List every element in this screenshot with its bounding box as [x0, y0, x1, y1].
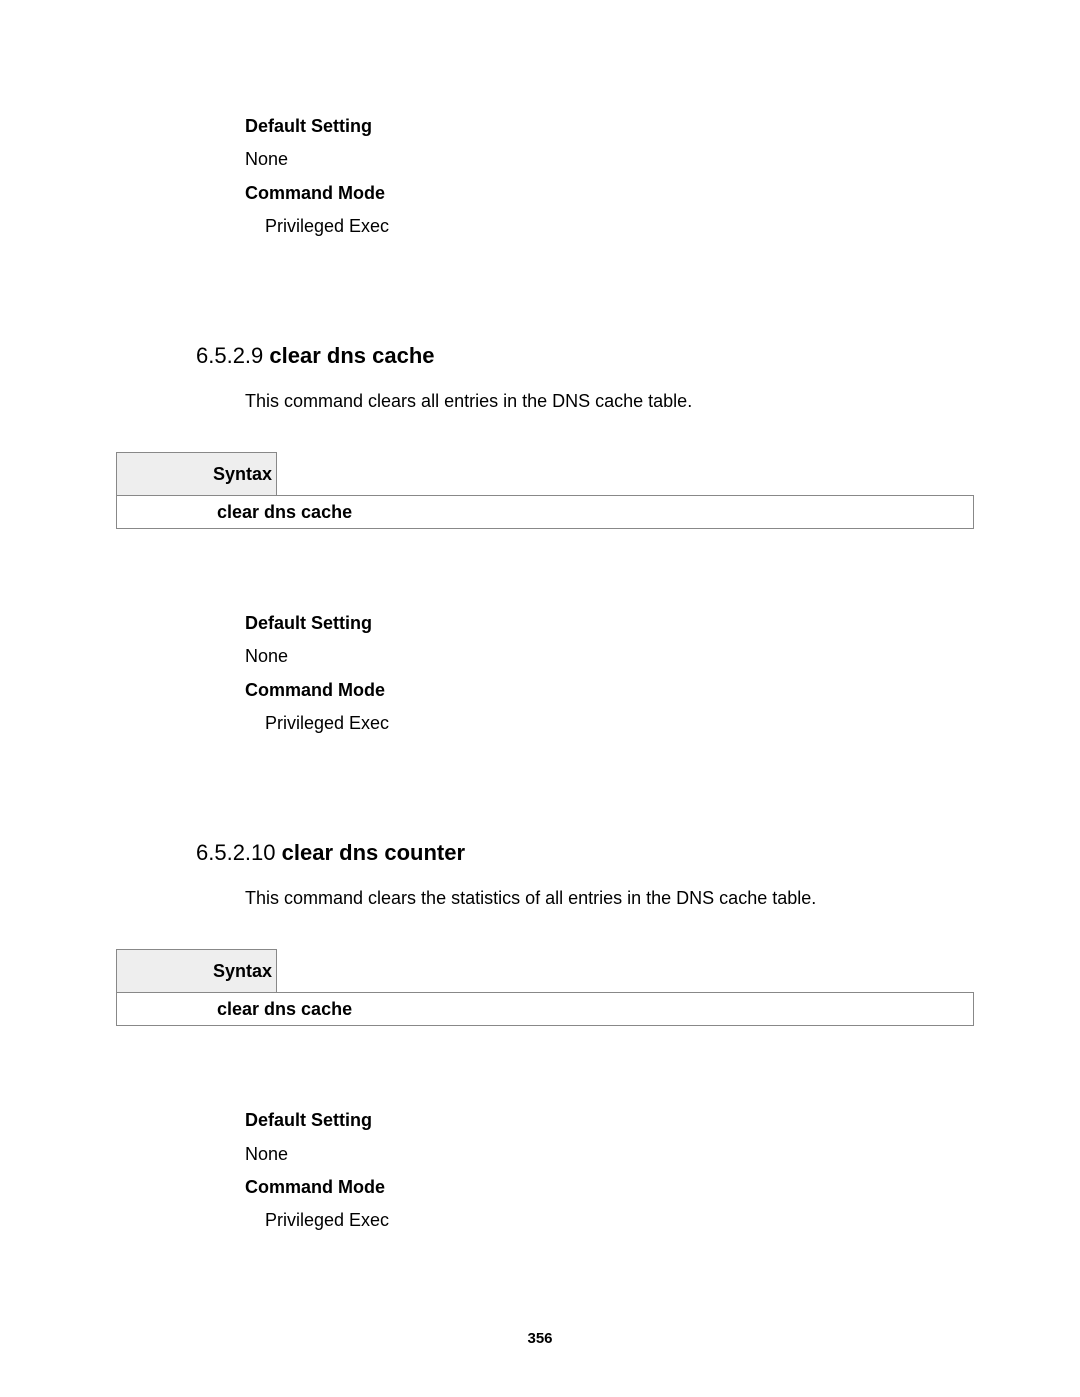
default-setting-value: None: [245, 640, 1080, 673]
command-mode-label: Command Mode: [245, 1171, 1080, 1204]
default-setting-value: None: [245, 1138, 1080, 1171]
command-mode-label: Command Mode: [245, 177, 1080, 210]
section-heading-6-5-2-9: 6.5.2.9 clear dns cache: [196, 343, 1080, 369]
section-number: 6.5.2.9: [196, 343, 263, 368]
syntax-body: clear dns cache: [116, 992, 974, 1026]
section-title: clear dns cache: [269, 343, 434, 368]
document-page: Default Setting None Command Mode Privil…: [0, 0, 1080, 1397]
syntax-label: Syntax: [116, 452, 277, 496]
section1-details-block: Default Setting None Command Mode Privil…: [245, 607, 1080, 740]
command-mode-value: Privileged Exec: [245, 1204, 1080, 1237]
syntax-label: Syntax: [116, 949, 277, 993]
syntax-box: Syntax clear dns cache: [116, 452, 974, 529]
section-number: 6.5.2.10: [196, 840, 276, 865]
page-number: 356: [0, 1330, 1080, 1347]
section2-details-block: Default Setting None Command Mode Privil…: [245, 1104, 1080, 1237]
command-mode-value: Privileged Exec: [245, 707, 1080, 740]
top-details-block: Default Setting None Command Mode Privil…: [245, 110, 1080, 243]
default-setting-label: Default Setting: [245, 607, 1080, 640]
section-title: clear dns counter: [282, 840, 465, 865]
command-mode-label: Command Mode: [245, 674, 1080, 707]
section-heading-6-5-2-10: 6.5.2.10 clear dns counter: [196, 840, 1080, 866]
default-setting-label: Default Setting: [245, 110, 1080, 143]
section-description: This command clears the statistics of al…: [245, 888, 1080, 909]
command-mode-value: Privileged Exec: [245, 210, 1080, 243]
default-setting-label: Default Setting: [245, 1104, 1080, 1137]
default-setting-value: None: [245, 143, 1080, 176]
section-description: This command clears all entries in the D…: [245, 391, 1080, 412]
syntax-box: Syntax clear dns cache: [116, 949, 974, 1026]
syntax-body: clear dns cache: [116, 495, 974, 529]
